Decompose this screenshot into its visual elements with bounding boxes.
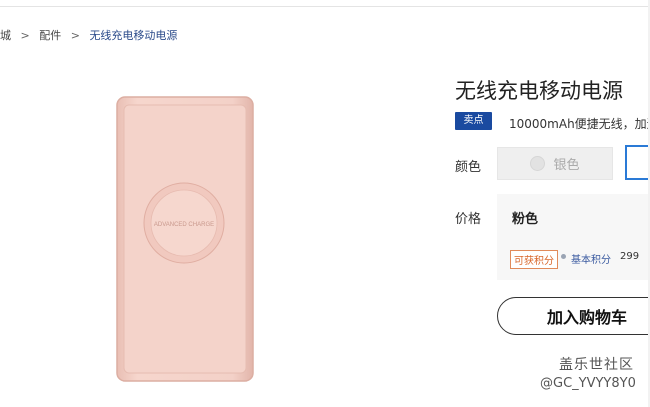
product-image: ADVANCED CHARGE xyxy=(116,96,254,382)
bullet-icon xyxy=(561,254,566,259)
breadcrumb-item-current: 无线充电移动电源 xyxy=(89,29,178,42)
breadcrumb-separator: > xyxy=(20,29,30,42)
selling-point-badge: 卖点 xyxy=(455,112,492,130)
points-value: 299 xyxy=(620,251,640,262)
color-option-silver[interactable]: 银色 xyxy=(497,147,613,180)
breadcrumb-separator: > xyxy=(70,29,80,42)
breadcrumb: 城 > 配件 > 无线充电移动电源 xyxy=(0,27,177,43)
watermark-community: 盖乐世社区 xyxy=(559,357,634,373)
price-label: 价格 xyxy=(455,212,482,227)
color-option-label: 银色 xyxy=(553,158,580,173)
selected-color-name: 粉色 xyxy=(512,212,539,227)
product-title: 无线充电移动电源 xyxy=(455,79,623,103)
color-label: 颜色 xyxy=(455,160,482,175)
color-swatch-icon xyxy=(530,156,546,171)
header-divider xyxy=(0,6,650,7)
points-badge: 可获积分 xyxy=(510,250,558,269)
selling-point-text: 10000mAh便捷无线，加速充 xyxy=(509,117,650,131)
add-to-cart-button[interactable]: 加入购物车 xyxy=(497,297,650,335)
points-label: 基本积分 xyxy=(571,255,611,266)
charging-ring-label: ADVANCED CHARGE xyxy=(154,222,214,228)
watermark-user: @GC_YVYY8Y0 xyxy=(540,376,636,391)
breadcrumb-item-store[interactable]: 城 xyxy=(0,29,11,42)
color-option-pink[interactable] xyxy=(625,145,650,180)
breadcrumb-item-accessories[interactable]: 配件 xyxy=(39,29,61,42)
